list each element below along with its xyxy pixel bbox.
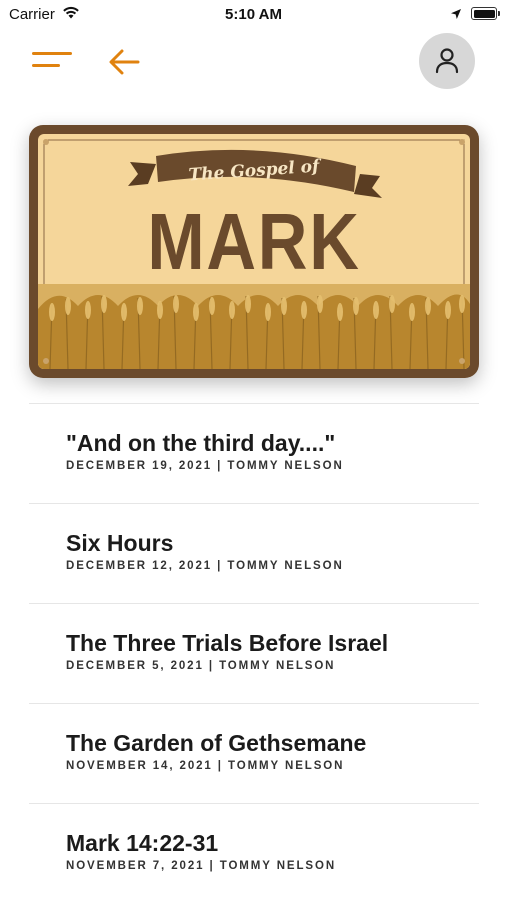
sermon-title: Mark 14:22-31 (66, 830, 219, 856)
sermon-meta: DECEMBER 19, 2021 | TOMMY NELSON (66, 460, 344, 472)
user-icon (435, 48, 459, 74)
hamburger-menu-icon[interactable] (30, 48, 76, 76)
list-item[interactable]: "And on the third day...." DECEMBER 19, … (0, 403, 507, 503)
sermon-meta: NOVEMBER 14, 2021 | TOMMY NELSON (66, 760, 345, 772)
divider (29, 803, 479, 804)
clock: 5:10 AM (225, 6, 282, 23)
list-item[interactable]: The Three Trials Before Israel DECEMBER … (0, 603, 507, 703)
list-item[interactable]: Mark 14:22-31 NOVEMBER 7, 2021 | TOMMY N… (0, 803, 507, 900)
sermon-title: Six Hours (66, 530, 174, 556)
sermon-meta: NOVEMBER 7, 2021 | TOMMY NELSON (66, 860, 337, 872)
divider (29, 703, 479, 704)
location-arrow-icon (450, 7, 462, 25)
sermon-title: The Three Trials Before Israel (66, 630, 389, 656)
divider (29, 403, 479, 404)
sermon-list: "And on the third day...." DECEMBER 19, … (0, 403, 507, 900)
sermon-meta: DECEMBER 12, 2021 | TOMMY NELSON (66, 560, 344, 572)
divider (29, 603, 479, 604)
list-item[interactable]: Six Hours DECEMBER 12, 2021 | TOMMY NELS… (0, 503, 507, 603)
sermon-title: "And on the third day...." (66, 430, 336, 456)
divider (29, 503, 479, 504)
series-banner: The Gospel of MARK (29, 125, 479, 378)
list-item[interactable]: The Garden of Gethsemane NOVEMBER 14, 20… (0, 703, 507, 803)
sermon-title: The Garden of Gethsemane (66, 730, 367, 756)
status-bar: Carrier 5:10 AM (0, 0, 507, 28)
profile-button[interactable] (419, 33, 475, 89)
banner-title: MARK (147, 197, 361, 286)
back-arrow-icon[interactable] (106, 44, 142, 80)
sermon-meta: DECEMBER 5, 2021 | TOMMY NELSON (66, 660, 336, 672)
banner-artwork: The Gospel of MARK (38, 134, 470, 369)
battery-icon (471, 7, 500, 20)
